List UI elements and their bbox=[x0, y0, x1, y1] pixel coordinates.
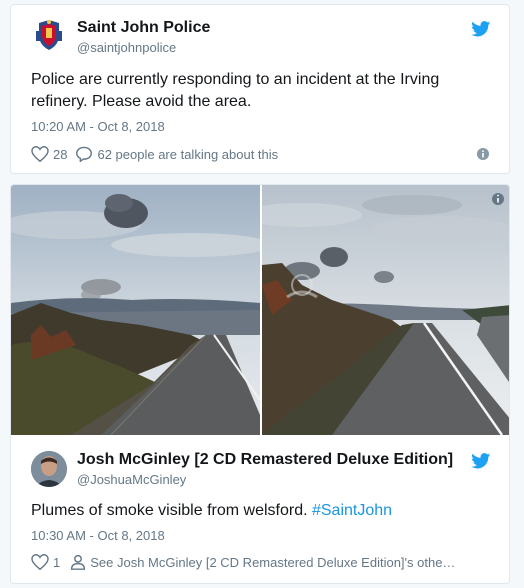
heart-icon[interactable] bbox=[31, 554, 49, 570]
like-count[interactable]: 28 bbox=[53, 147, 67, 162]
author-avatar[interactable] bbox=[31, 451, 67, 487]
tweet-timestamp[interactable]: 10:20 AM - Oct 8, 2018 bbox=[31, 119, 165, 134]
author-name[interactable]: Saint John Police bbox=[77, 19, 210, 37]
profile-link[interactable]: See Josh McGinley [2 CD Remastered Delux… bbox=[90, 555, 455, 570]
person-icon[interactable] bbox=[70, 554, 86, 570]
tweet-actions: 1 See Josh McGinley [2 CD Remastered Del… bbox=[31, 554, 455, 570]
tweet-card-saint-john-police: Saint John Police @saintjohnpolice Polic… bbox=[10, 4, 510, 174]
reply-icon[interactable] bbox=[75, 146, 93, 162]
hashtag-link[interactable]: #SaintJohn bbox=[312, 502, 392, 519]
tweet-text: Police are currently responding to an in… bbox=[31, 71, 440, 110]
tweet-media[interactable] bbox=[11, 185, 509, 435]
conversation-link[interactable]: 62 people are talking about this bbox=[97, 147, 278, 162]
info-icon[interactable] bbox=[477, 148, 489, 160]
smoke-photo-right[interactable] bbox=[262, 185, 509, 435]
author-name[interactable]: Josh McGinley [2 CD Remastered Deluxe Ed… bbox=[77, 451, 453, 469]
twitter-bird-icon[interactable] bbox=[471, 21, 491, 37]
like-count[interactable]: 1 bbox=[53, 555, 60, 570]
tweet-text-body: Plumes of smoke visible from welsford. bbox=[31, 502, 308, 519]
police-crest-avatar[interactable] bbox=[31, 17, 67, 53]
tweet-timestamp[interactable]: 10:30 AM - Oct 8, 2018 bbox=[31, 528, 165, 543]
twitter-bird-icon[interactable] bbox=[471, 453, 491, 469]
author-handle[interactable]: @JoshuaMcGinley bbox=[77, 472, 186, 487]
tweet-actions: 28 62 people are talking about this bbox=[31, 146, 278, 162]
smoke-photo-left[interactable] bbox=[11, 185, 260, 435]
tweet-card-josh-mcginley: Josh McGinley [2 CD Remastered Deluxe Ed… bbox=[10, 184, 510, 584]
heart-icon[interactable] bbox=[31, 146, 49, 162]
author-handle[interactable]: @saintjohnpolice bbox=[77, 40, 176, 55]
tweet-text: Plumes of smoke visible from welsford. #… bbox=[31, 500, 491, 522]
